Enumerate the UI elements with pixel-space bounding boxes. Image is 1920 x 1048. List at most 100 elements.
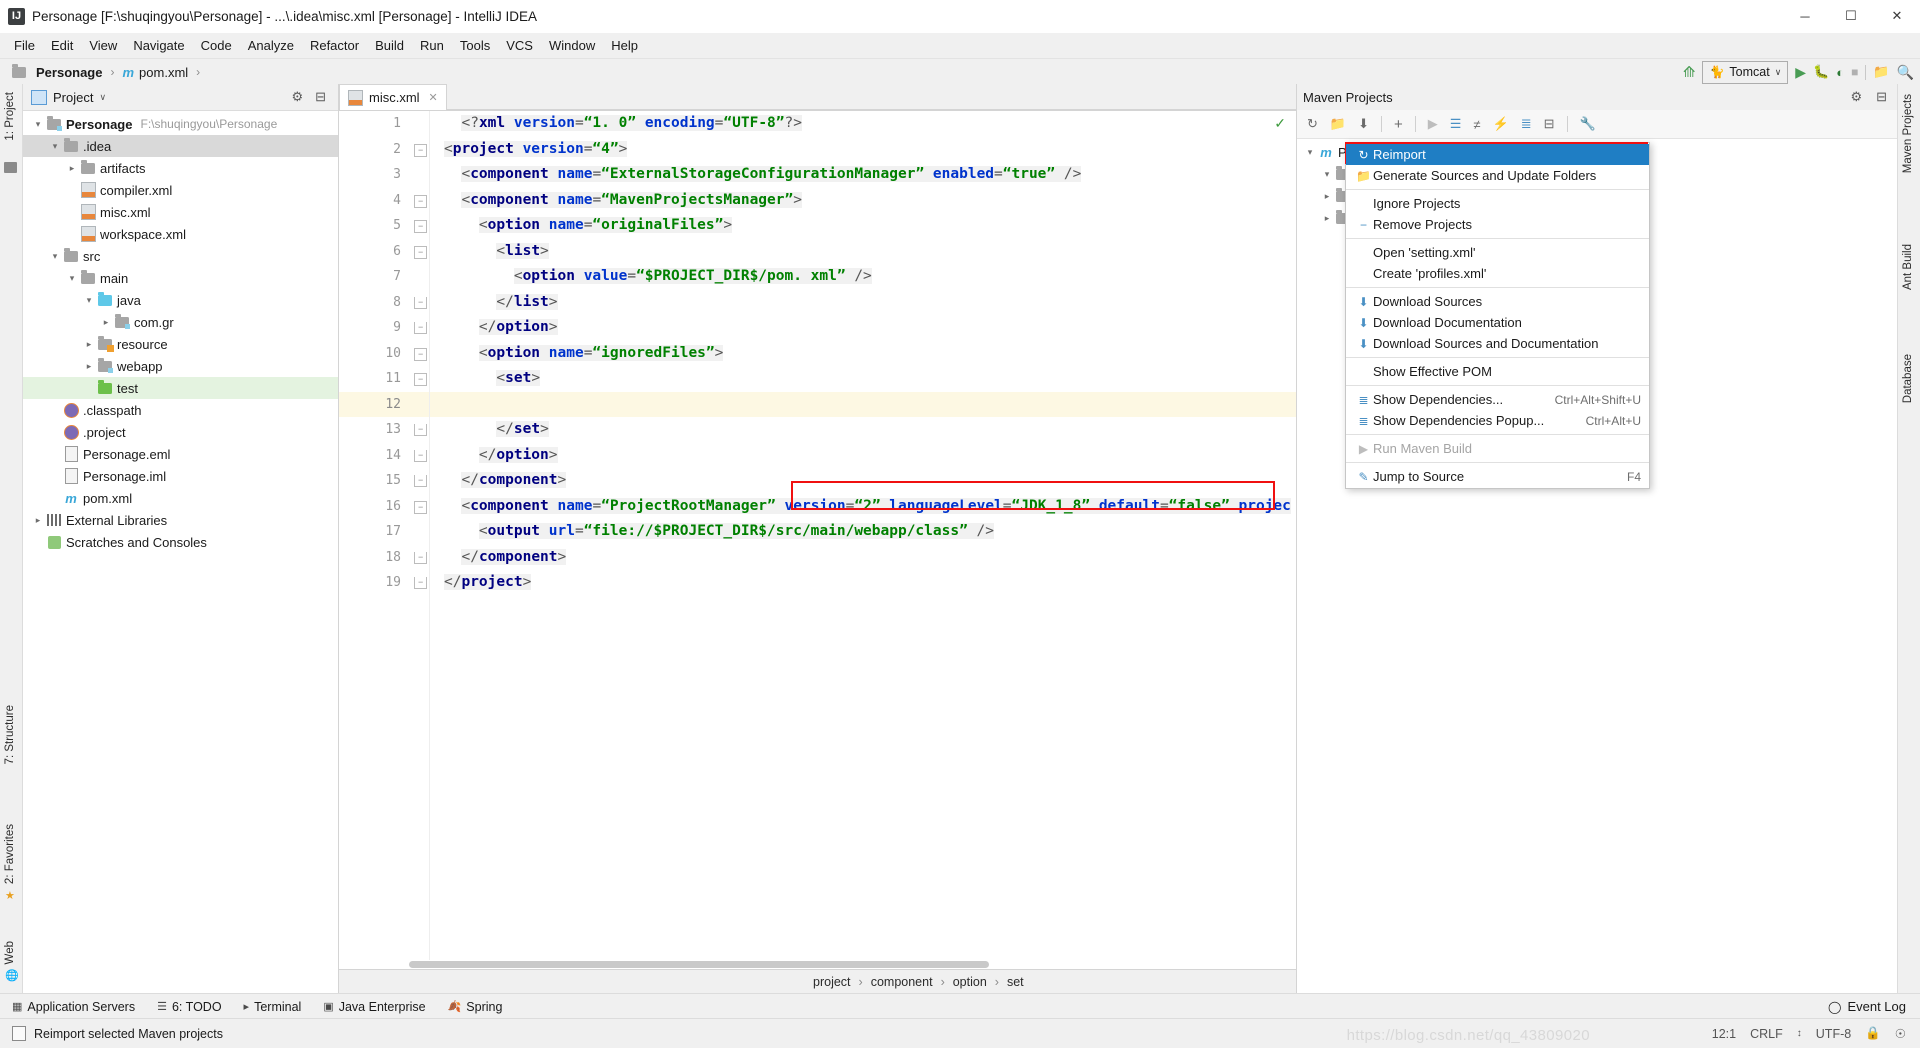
menu-navigate[interactable]: Navigate <box>125 35 192 56</box>
menu-item-open-setting-xml[interactable]: Open 'setting.xml' <box>1346 242 1649 263</box>
breadcrumb-item-pom[interactable]: pom.xml <box>139 65 188 80</box>
menu-item-download-sources-and-documentation[interactable]: ⬇ Download Sources and Documentation <box>1346 333 1649 354</box>
bottom-tool-terminal[interactable]: ▸ Terminal <box>244 1000 302 1014</box>
hide-icon[interactable]: ⊟ <box>1876 89 1887 105</box>
line-separator-caret[interactable]: ↕ <box>1797 1028 1802 1039</box>
editor-empty-space[interactable] <box>430 596 1296 961</box>
chevron-down-icon[interactable] <box>82 295 96 306</box>
tree-item-project[interactable]: .project <box>23 421 338 443</box>
fold-end-icon[interactable]: − <box>414 577 427 589</box>
event-log-button[interactable]: Event Log <box>1847 999 1906 1014</box>
sidebar-tab-maven[interactable]: Maven Projects <box>1902 94 1914 173</box>
hide-icon[interactable]: ⊟ <box>315 89 326 105</box>
tree-item-external-libraries[interactable]: External Libraries <box>23 509 338 531</box>
fold-cell[interactable]: − <box>411 290 429 316</box>
menu-item-show-dependencies-popup[interactable]: ≣ Show Dependencies Popup... Ctrl+Alt+U <box>1346 410 1649 431</box>
code-line[interactable]: <option name=“originalFiles”> <box>430 213 1296 239</box>
code-line[interactable]: <set> <box>430 366 1296 392</box>
breadcrumb-item-personage[interactable]: Personage <box>36 65 102 80</box>
code-line[interactable]: <component name=“MavenProjectsManager”> <box>430 188 1296 214</box>
code-line[interactable]: </component> <box>430 468 1296 494</box>
code-folding-gutter[interactable]: − − − − − − − − − − − − − − <box>411 111 430 960</box>
caret-position[interactable]: 12:1 <box>1712 1027 1736 1041</box>
tree-item-workspace-xml[interactable]: workspace.xml <box>23 223 338 245</box>
close-icon[interactable]: ✕ <box>429 91 438 104</box>
gear-icon[interactable]: ⚙ <box>291 89 303 105</box>
show-dependencies-icon[interactable]: ≣ <box>1521 116 1532 132</box>
tree-item-scratches-and-consoles[interactable]: Scratches and Consoles <box>23 531 338 553</box>
menu-item-remove-projects[interactable]: − Remove Projects <box>1346 214 1649 235</box>
chevron-right-icon[interactable] <box>1320 191 1334 202</box>
gear-icon[interactable]: ⚙ <box>1850 89 1862 105</box>
menu-run[interactable]: Run <box>412 35 452 56</box>
tree-item-java[interactable]: java <box>23 289 338 311</box>
menu-item-create-profiles-xml[interactable]: Create 'profiles.xml' <box>1346 263 1649 284</box>
fold-cell[interactable]: − <box>411 443 429 469</box>
skip-tests-icon[interactable]: ≠ <box>1473 117 1480 132</box>
menu-item-generate-sources-and-update-folders[interactable]: 📁 Generate Sources and Update Folders <box>1346 165 1649 186</box>
generate-sources-icon[interactable]: 📁 <box>1330 116 1346 132</box>
code-line[interactable]: <component name=“ProjectRootManager” ver… <box>430 494 1296 520</box>
bottom-tool-java-enterprise[interactable]: ▣ Java Enterprise <box>323 1000 425 1014</box>
fold-cell[interactable]: − <box>411 137 429 163</box>
fold-collapse-icon[interactable]: − <box>414 373 427 386</box>
fold-end-icon[interactable]: − <box>414 475 427 487</box>
maven-context-menu[interactable]: ↻ Reimport 📁 Generate Sources and Update Fo… <box>1345 142 1650 489</box>
chevron-right-icon[interactable] <box>82 339 96 350</box>
run-with-coverage-icon[interactable]: ◐ <box>1836 65 1844 80</box>
tree-item-src[interactable]: src <box>23 245 338 267</box>
menu-item-reimport[interactable]: ↻ Reimport <box>1346 144 1649 165</box>
code-line[interactable]: </option> <box>430 443 1296 469</box>
sidebar-tab-database[interactable]: Database <box>1902 354 1914 403</box>
menu-build[interactable]: Build <box>367 35 412 56</box>
fold-collapse-icon[interactable]: − <box>414 245 427 259</box>
code-line[interactable]: <output url=“file://$PROJECT_DIR$/src/ma… <box>430 519 1296 545</box>
fold-collapse-icon[interactable]: − <box>414 143 427 157</box>
code-line[interactable] <box>430 391 1296 417</box>
menu-analyze[interactable]: Analyze <box>240 35 302 56</box>
menu-item-show-effective-pom[interactable]: Show Effective POM <box>1346 361 1649 382</box>
tree-item-personage-eml[interactable]: Personage.eml <box>23 443 338 465</box>
chevron-down-icon[interactable] <box>48 251 62 262</box>
search-icon[interactable]: 🔍 <box>1897 64 1914 81</box>
chevron-down-icon[interactable]: ∨ <box>99 92 106 103</box>
project-structure-icon[interactable]: 📁 <box>1873 64 1889 80</box>
sidebar-tab-favorites[interactable]: 2: Favorites <box>4 824 16 884</box>
code-content[interactable]: <?xml version=“1. 0” encoding=“UTF-8”?> <… <box>430 111 1296 960</box>
fold-cell[interactable]: − <box>411 213 429 239</box>
chevron-right-icon[interactable] <box>65 163 79 174</box>
chevron-down-icon[interactable] <box>1303 147 1317 158</box>
minimize-button[interactable]: ─ <box>1782 0 1828 32</box>
run-configuration-selector[interactable]: 🐈 Tomcat ∨ <box>1702 60 1789 84</box>
fold-cell[interactable]: − <box>411 545 429 571</box>
maven-goal-icon[interactable]: ☰ <box>1450 116 1462 132</box>
fold-end-icon[interactable]: − <box>414 551 427 564</box>
fold-cell[interactable]: − <box>411 366 429 392</box>
code-line[interactable]: </list> <box>430 290 1296 316</box>
encoding[interactable]: UTF-8 <box>1816 1027 1851 1041</box>
sidebar-tab-project[interactable]: 1: Project <box>4 92 16 141</box>
bottom-tool-application-servers[interactable]: ▦ Application Servers <box>12 1000 135 1014</box>
fold-cell[interactable]: − <box>411 315 429 341</box>
chevron-down-icon[interactable] <box>31 119 45 130</box>
fold-cell[interactable]: − <box>411 468 429 494</box>
menu-item-download-sources[interactable]: ⬇ Download Sources <box>1346 291 1649 312</box>
run-icon[interactable]: ▶ <box>1795 64 1806 81</box>
bottom-tool-spring[interactable]: 🍂 Spring <box>448 1000 503 1014</box>
menu-edit[interactable]: Edit <box>43 35 81 56</box>
toggle-offline-icon[interactable]: ⚡ <box>1493 116 1509 132</box>
chevron-right-icon[interactable] <box>82 361 96 372</box>
code-line[interactable]: <option value=“$PROJECT_DIR$/pom. xml” /… <box>430 264 1296 290</box>
fold-end-icon[interactable]: − <box>414 449 427 462</box>
menu-item-ignore-projects[interactable]: Ignore Projects <box>1346 193 1649 214</box>
fold-cell[interactable]: − <box>411 341 429 367</box>
menu-window[interactable]: Window <box>541 35 603 56</box>
tree-item-compiler-xml[interactable]: compiler.xml <box>23 179 338 201</box>
sidebar-tab-structure[interactable]: 7: Structure <box>4 705 16 764</box>
editor-breadcrumb[interactable]: project › component › option › set <box>339 969 1296 994</box>
code-line[interactable]: <component name=“ExternalStorageConfigur… <box>430 162 1296 188</box>
inspection-icon[interactable]: ☉ <box>1895 1026 1906 1041</box>
fold-cell[interactable]: − <box>411 417 429 443</box>
chevron-down-icon[interactable] <box>65 273 79 284</box>
settings-wrench-icon[interactable]: 🔧 <box>1580 116 1596 132</box>
